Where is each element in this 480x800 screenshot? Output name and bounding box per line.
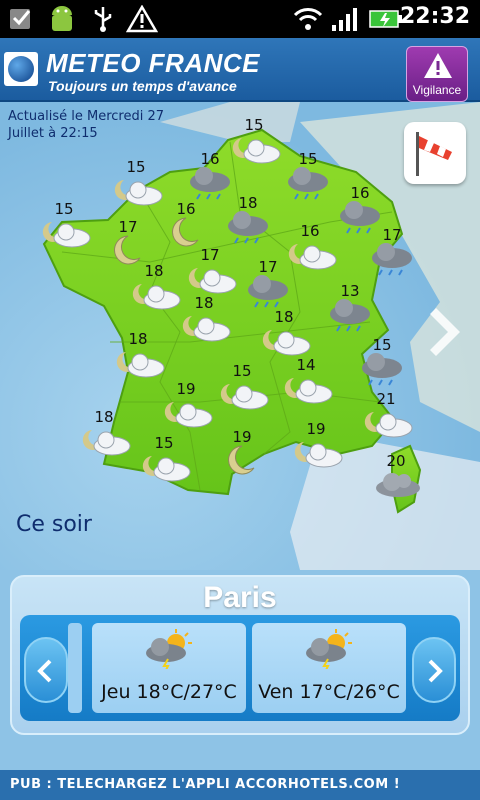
night-cloud-icon	[294, 442, 343, 468]
signal-icon	[332, 8, 357, 31]
night-cloud-icon	[284, 378, 333, 404]
status-bar: 22:32	[0, 0, 480, 38]
city-forecast[interactable]: 15	[134, 434, 194, 488]
city-forecast[interactable]: 18	[174, 294, 234, 348]
city-forecast[interactable]: 19	[212, 428, 272, 482]
city-forecast[interactable]: 15	[212, 362, 272, 416]
night-cloud-icon	[42, 222, 91, 248]
city-forecast[interactable]: 17	[238, 258, 298, 312]
previous-day-button[interactable]	[24, 637, 68, 703]
night-cloud-icon	[142, 456, 191, 482]
usb-icon	[94, 7, 112, 32]
city-forecast[interactable]: 13	[320, 282, 380, 336]
city-forecast[interactable]: 18	[218, 194, 278, 248]
night-cloud-icon	[116, 352, 165, 378]
update-timestamp: Actualisé le Mercredi 27 Juillet à 22:15	[8, 109, 164, 141]
city-forecast[interactable]: 18	[74, 408, 134, 462]
city-forecast[interactable]: 18	[254, 308, 314, 362]
city-forecast[interactable]: 20	[366, 452, 426, 506]
checkbox-notification-icon	[10, 9, 31, 29]
selected-city-name[interactable]: Paris	[12, 581, 468, 615]
sun-storm-cloud-icon	[306, 629, 352, 669]
city-forecast[interactable]: 14	[276, 356, 336, 410]
night-cloud-icon	[164, 402, 213, 428]
city-forecast[interactable]: 19	[286, 420, 346, 474]
next-day-button[interactable]	[412, 637, 456, 703]
day-forecast-card[interactable]: Ven 17°C/26°C	[252, 623, 406, 713]
clock: 22:32	[399, 4, 470, 29]
chevron-right-icon	[428, 659, 443, 683]
windsock-icon	[416, 132, 452, 176]
brand-title: METEO FRANCE	[46, 48, 260, 78]
night-cloud-icon	[182, 316, 231, 342]
rain-cloud-icon	[362, 353, 402, 386]
android-debug-icon	[52, 6, 72, 31]
sun-storm-cloud-icon	[146, 629, 192, 669]
vigilance-button[interactable]: Vigilance	[406, 46, 468, 102]
city-forecast-panel: Paris Jeu 18°C/27°C Ven 17°C/26°C	[10, 575, 470, 735]
weather-map: Actualisé le Mercredi 27 Juillet à 22:15…	[0, 102, 480, 570]
night-cloud-icon	[364, 412, 413, 438]
city-forecast[interactable]: 17	[362, 226, 422, 280]
city-forecast[interactable]: 18	[108, 330, 168, 384]
night-cloud-icon	[262, 330, 311, 356]
wind-map-button[interactable]	[404, 122, 466, 184]
rain-cloud-icon	[248, 275, 288, 308]
city-forecast[interactable]: 21	[356, 390, 416, 444]
rain-cloud-icon	[372, 243, 412, 276]
day-forecast-label: Jeu 18°C/27°C	[101, 681, 237, 703]
rain-cloud-icon	[228, 211, 268, 244]
rain-cloud-icon	[288, 167, 328, 200]
city-forecast[interactable]: 15	[34, 200, 94, 254]
daily-forecast-strip: Jeu 18°C/27°C Ven 17°C/26°C	[20, 615, 460, 721]
vigilance-label: Vigilance	[412, 83, 462, 97]
app-header: METEO FRANCE Toujours un temps d'avance …	[0, 38, 480, 102]
city-forecast[interactable]: 17	[180, 246, 240, 300]
moon-icon	[228, 445, 255, 475]
day-forecast-card[interactable]: Jeu 18°C/27°C	[92, 623, 246, 713]
wifi-icon	[293, 8, 323, 30]
warning-icon	[424, 53, 452, 78]
battery-charging-icon	[369, 10, 402, 28]
warning-icon	[126, 5, 158, 33]
ad-banner[interactable]: PUB : TELECHARGEZ L'APPLI ACCORHOTELS.CO…	[0, 770, 480, 800]
city-forecast[interactable]: 15	[352, 336, 412, 390]
period-label: Ce soir	[16, 512, 92, 537]
city-forecast[interactable]: 15	[278, 150, 338, 204]
chevron-left-icon	[37, 659, 52, 683]
cloud-icon	[376, 473, 420, 497]
moon-icon	[172, 217, 199, 247]
rain-cloud-icon	[330, 299, 370, 332]
city-forecast[interactable]: 19	[156, 380, 216, 434]
partial-day-card	[68, 623, 82, 713]
night-cloud-icon	[220, 384, 269, 410]
next-map-arrow[interactable]	[426, 302, 470, 362]
day-forecast-label: Ven 17°C/26°C	[258, 681, 400, 703]
meteo-france-logo	[4, 52, 38, 86]
night-cloud-icon	[188, 268, 237, 294]
brand-tagline: Toujours un temps d'avance	[48, 78, 237, 94]
night-cloud-icon	[82, 430, 131, 456]
